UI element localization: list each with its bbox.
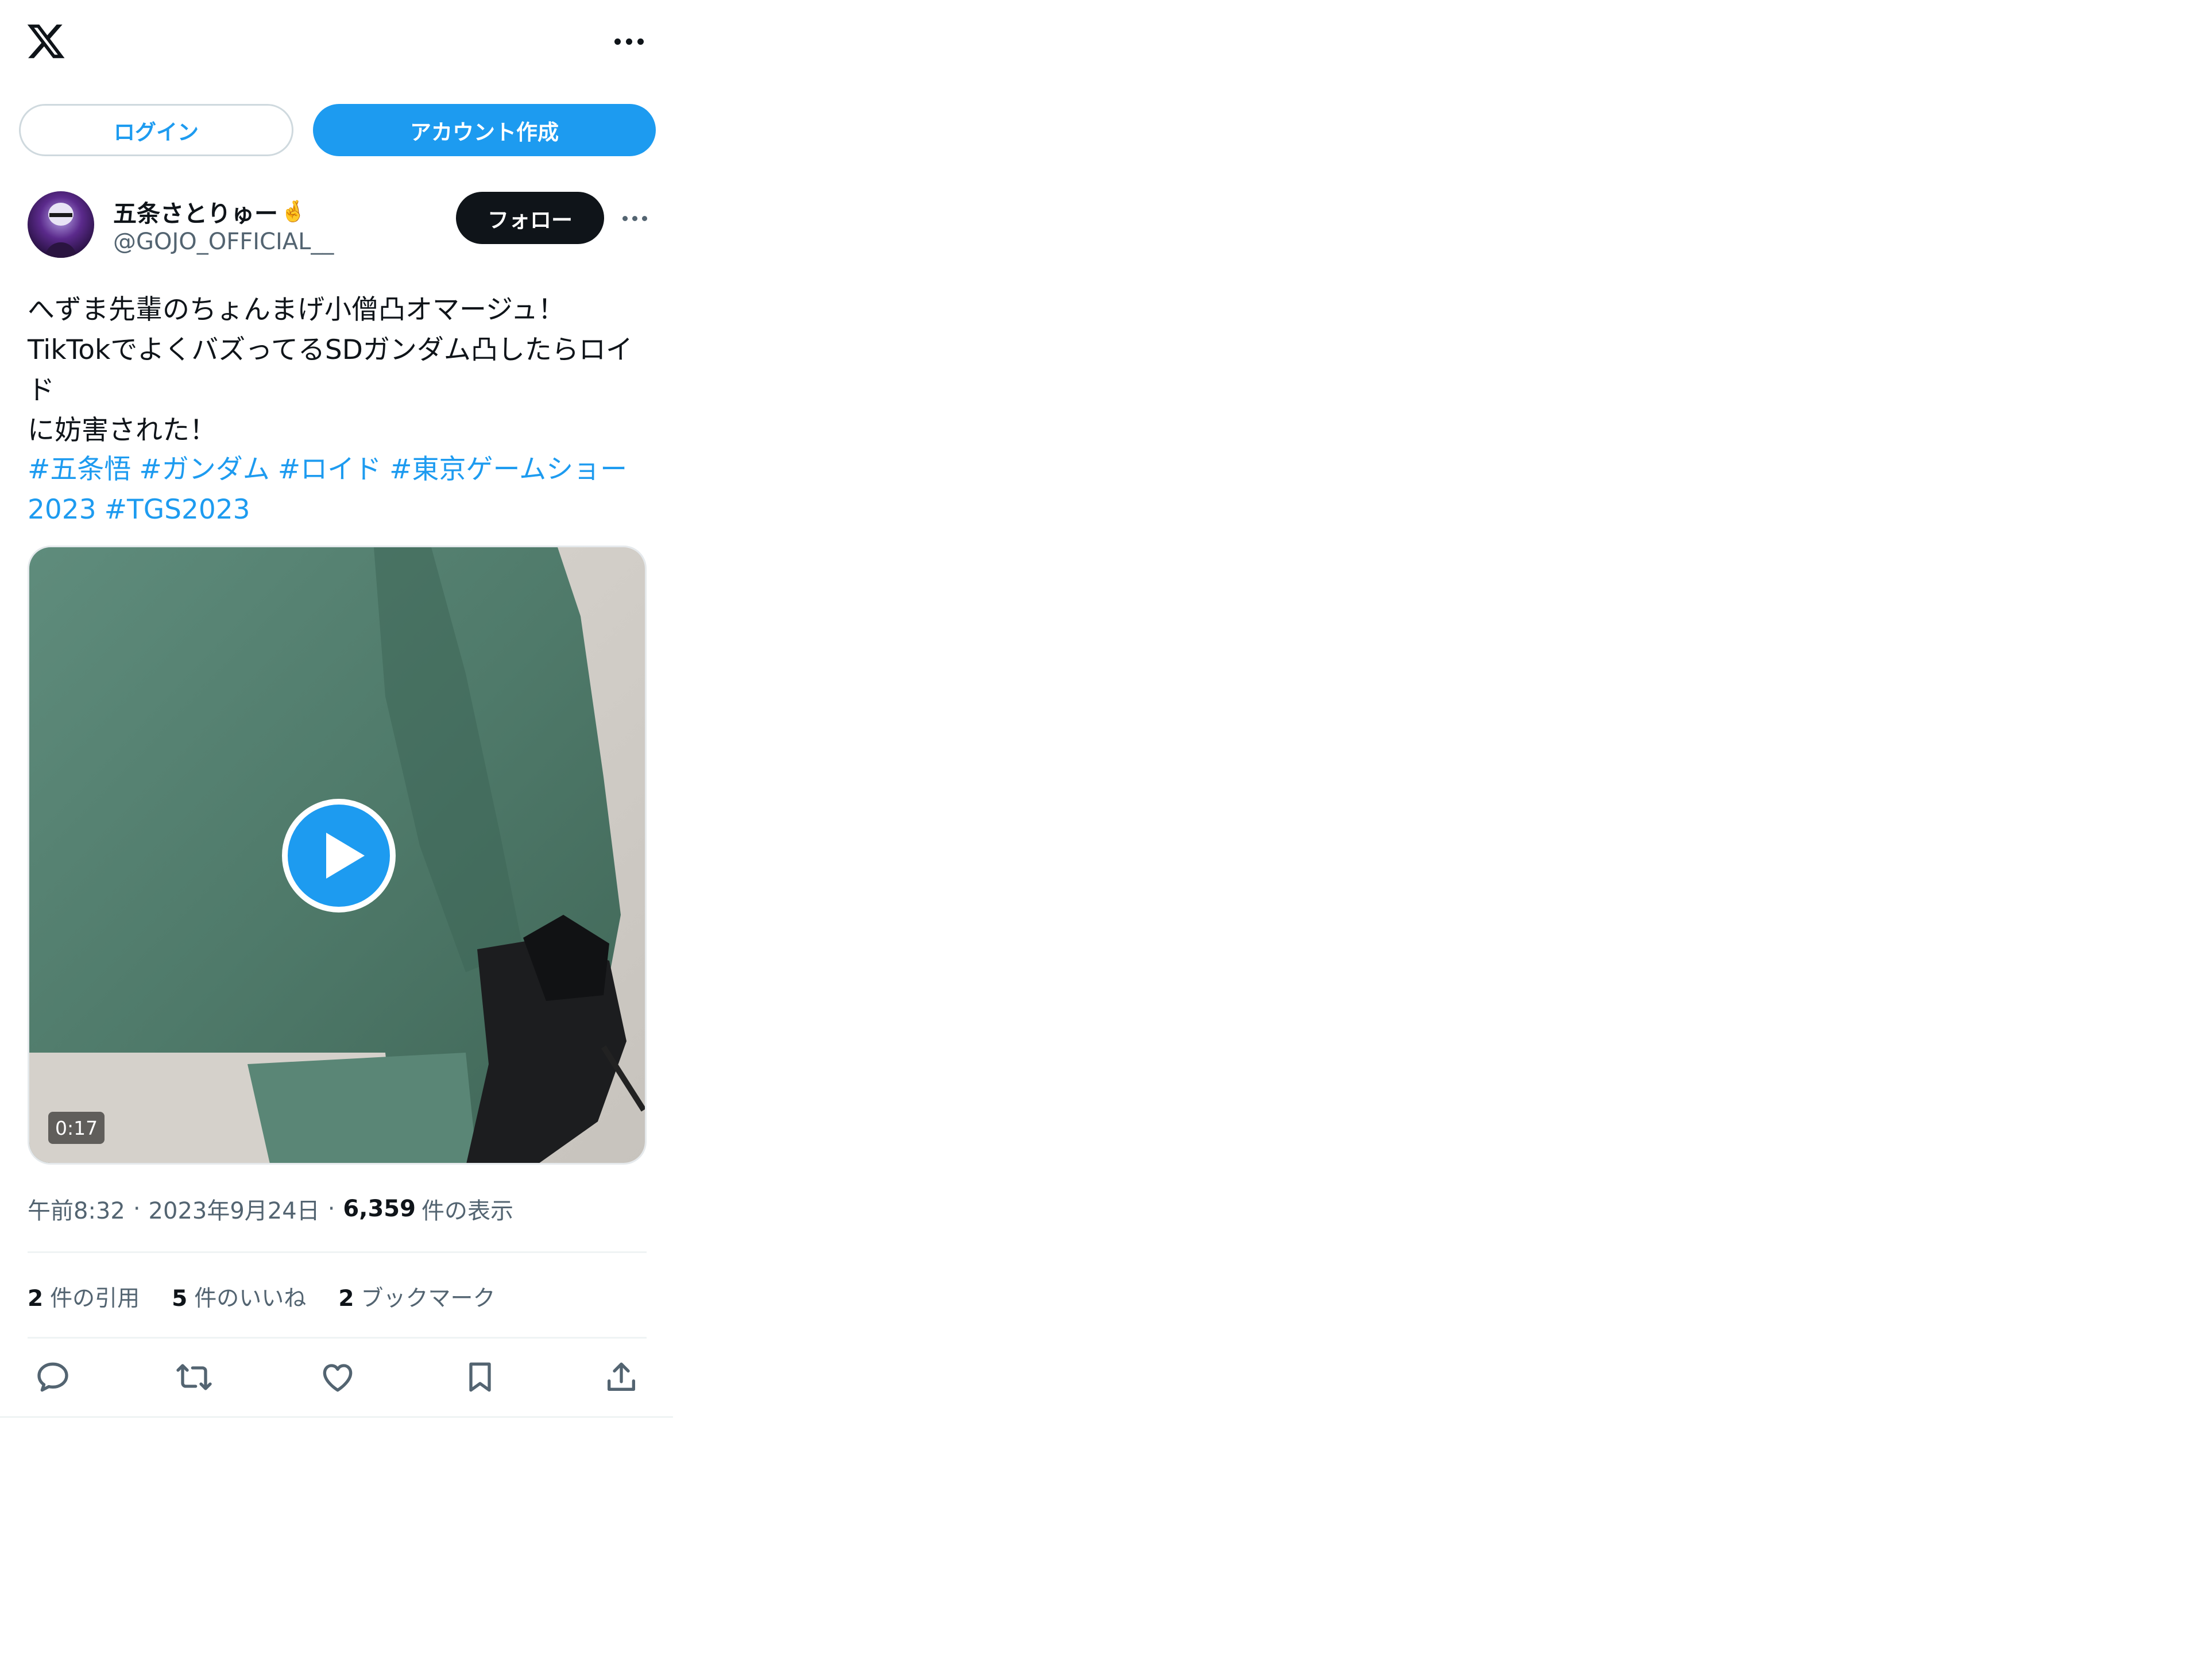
hashtag-list: #五条悟 #ガンダム #ロイド #東京ゲームショー 2023 #TGS2023 [28,450,659,530]
tweet-page: ログイン アカウント作成 五条さとりゅー 🤞 @GOJO_OFFICIAL__ … [0,0,2212,1678]
x-logo-icon[interactable] [25,21,67,62]
meta-separator: · [327,1196,335,1222]
tweet-text: へずま先輩のちょんまげ小僧凸オマージュ！ TikTokでよくバズってるSDガンダ… [28,294,633,446]
quotes-count: 2 [28,1286,44,1312]
bookmark-icon[interactable] [462,1359,498,1395]
divider [28,1337,647,1339]
divider [28,1251,647,1253]
reply-icon[interactable] [34,1359,71,1395]
hashtag-link[interactable]: #TGS2023 [105,494,250,525]
divider [0,1416,673,1418]
meta-separator: · [133,1196,141,1222]
tweet-date[interactable]: 2023年9月24日 [149,1192,320,1225]
create-account-button[interactable]: アカウント作成 [313,104,656,156]
likes-label: 件のいいね [194,1286,307,1312]
tweet-more-options-icon[interactable] [614,207,655,230]
more-options-icon[interactable] [609,30,649,53]
retweet-icon[interactable] [176,1359,212,1395]
likes-stat[interactable]: 5 件のいいね [172,1281,306,1313]
create-account-button-label: アカウント作成 [410,119,559,145]
bookmarks-stat: 2 ブックマーク [338,1281,495,1313]
view-count: 6,359 [343,1196,416,1222]
avatar[interactable] [28,191,94,258]
share-icon[interactable] [603,1359,640,1395]
author-handle[interactable]: @GOJO_OFFICIAL__ [113,229,334,255]
tweet-time[interactable]: 午前8:32 [28,1192,125,1225]
tweet-meta: 午前8:32 · 2023年9月24日 · 6,359 件の表示 [28,1192,513,1225]
video-duration-badge: 0:17 [48,1112,105,1144]
likes-count: 5 [172,1286,188,1312]
follow-button[interactable]: フォロー [456,192,604,244]
play-icon[interactable] [281,798,396,913]
engagement-stats: 2 件の引用 5 件のいいね 2 ブックマーク [28,1281,495,1313]
login-button-label: ログイン [114,119,199,145]
author-name-text: 五条さとりゅー [113,200,278,227]
like-heart-icon[interactable] [319,1359,356,1395]
hashtag-link[interactable]: #ロイド [278,454,381,485]
login-button[interactable]: ログイン [19,104,293,156]
follow-button-label: フォロー [488,207,573,233]
author-display-name[interactable]: 五条さとりゅー 🤞 [113,194,306,229]
crossed-fingers-emoji-icon: 🤞 [280,200,306,223]
view-label: 件の表示 [421,1198,513,1224]
bookmarks-count: 2 [338,1286,354,1312]
hashtag-link[interactable]: #ガンダム [139,454,269,485]
quotes-label: 件の引用 [50,1286,140,1312]
quotes-stat[interactable]: 2 件の引用 [28,1281,140,1313]
bookmarks-label: ブックマーク [361,1286,496,1312]
hashtag-link[interactable]: #五条悟 [28,454,131,485]
